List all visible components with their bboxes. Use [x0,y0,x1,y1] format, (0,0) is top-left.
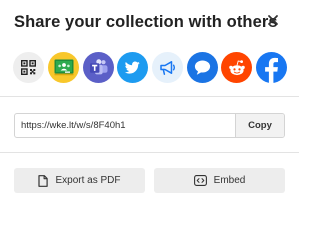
share-twitter-button[interactable] [117,52,148,83]
embed-code-icon [193,175,207,186]
reddit-icon [228,59,245,75]
divider-bottom [0,152,299,153]
close-icon [268,15,278,25]
share-targets [13,52,289,84]
share-link-field: Copy [14,113,285,138]
microsoft-teams-icon [89,59,107,75]
facebook-icon [265,57,278,83]
qr-code-icon [21,60,36,75]
close-button[interactable] [266,13,280,27]
export-pdf-button[interactable]: Export as PDF [14,168,145,193]
share-google-classroom-button[interactable] [48,52,79,83]
document-icon [38,174,49,187]
share-facebook-button[interactable] [256,52,287,83]
share-messenger-button[interactable] [187,52,218,83]
share-reddit-button[interactable] [221,52,252,83]
export-pdf-label: Export as PDF [55,175,121,186]
dialog-title: Share your collection with others [14,13,278,31]
share-qr-code-button[interactable] [13,52,44,83]
embed-label: Embed [213,175,246,186]
megaphone-icon [159,60,175,75]
google-classroom-icon [54,59,73,76]
divider-top [0,96,299,97]
twitter-bird-icon [124,61,140,74]
speech-bubble-icon [194,60,211,75]
embed-button[interactable]: Embed [154,168,285,193]
copy-link-button[interactable]: Copy [235,114,284,137]
share-microsoft-teams-button[interactable] [83,52,114,83]
share-announcement-button[interactable] [152,52,183,83]
share-link-input[interactable] [15,114,237,137]
